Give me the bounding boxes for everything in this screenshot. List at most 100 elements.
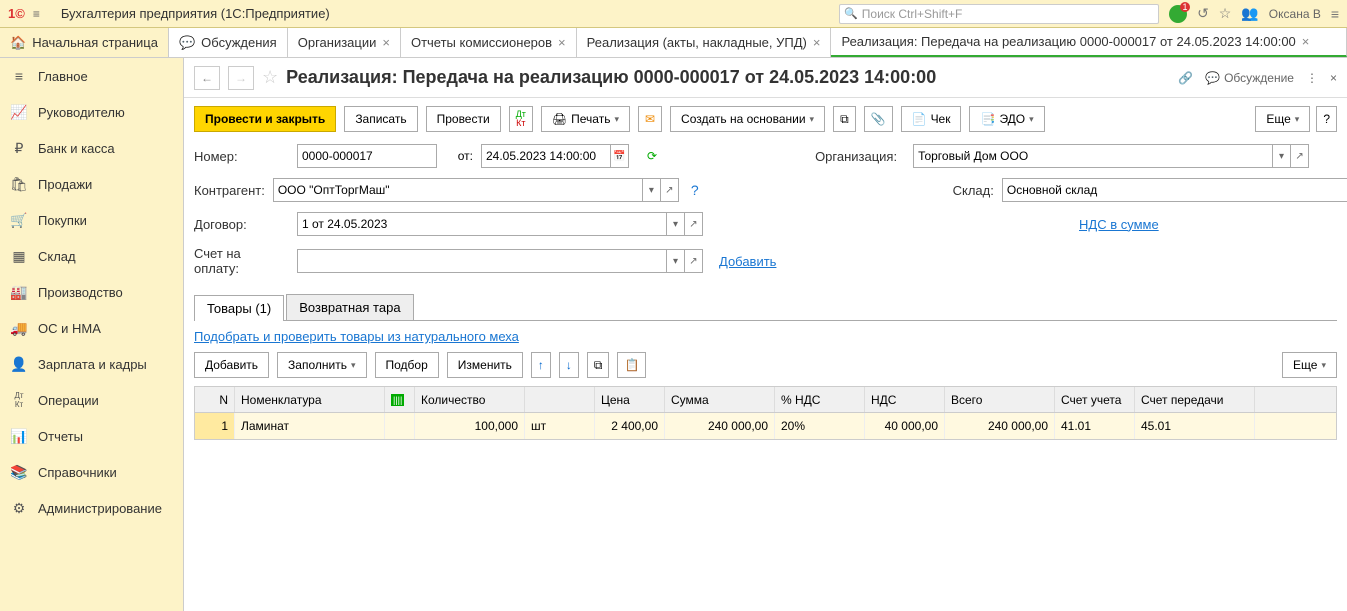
- cell-nomenclature[interactable]: Ламинат: [235, 413, 385, 439]
- open-icon[interactable]: ↗: [685, 249, 703, 273]
- global-search[interactable]: Поиск Ctrl+Shift+F: [839, 4, 1159, 24]
- nav-back[interactable]: ←: [194, 66, 220, 90]
- sidebar-item-reports[interactable]: 📊Отчеты: [0, 418, 183, 454]
- sidebar-item-production[interactable]: 🏭Производство: [0, 274, 183, 310]
- org-input[interactable]: [913, 144, 1273, 168]
- cell-sum[interactable]: 240 000,00: [665, 413, 775, 439]
- cell-unit[interactable]: шт: [525, 413, 595, 439]
- users-icon[interactable]: 👥: [1241, 5, 1258, 22]
- close-icon[interactable]: ×: [382, 35, 390, 50]
- discussion-button[interactable]: 💬Обсуждение: [1205, 71, 1294, 85]
- save-button[interactable]: Записать: [344, 106, 417, 132]
- sidebar-item-bank[interactable]: ₽Банк и касса: [0, 130, 183, 166]
- invoice-input[interactable]: [297, 249, 667, 273]
- warehouse-input[interactable]: [1002, 178, 1347, 202]
- chevron-down-icon[interactable]: ▾: [667, 212, 685, 236]
- close-icon[interactable]: ×: [1330, 71, 1337, 85]
- counterparty-input[interactable]: [273, 178, 643, 202]
- col-nomenclature[interactable]: Номенклатура: [235, 387, 385, 412]
- col-acc-transfer[interactable]: Счет передачи: [1135, 387, 1255, 412]
- sidebar-item-catalogs[interactable]: 📚Справочники: [0, 454, 183, 490]
- copy-button[interactable]: ⧉: [587, 352, 610, 378]
- menu-icon[interactable]: ≡: [33, 7, 51, 21]
- user-name[interactable]: Оксана В: [1269, 7, 1321, 21]
- refresh-icon[interactable]: ⟳: [647, 149, 657, 163]
- edit-button[interactable]: Изменить: [447, 352, 523, 378]
- tab-commissioner-reports[interactable]: Отчеты комиссионеров×: [401, 28, 577, 57]
- move-down-button[interactable]: ↓: [559, 352, 579, 378]
- chevron-down-icon[interactable]: ▾: [643, 178, 661, 202]
- col-total[interactable]: Всего: [945, 387, 1055, 412]
- help-button[interactable]: ?: [1316, 106, 1337, 132]
- cell-qty[interactable]: 100,000: [415, 413, 525, 439]
- fur-check-link[interactable]: Подобрать и проверить товары из натураль…: [194, 329, 519, 344]
- tab-organizations[interactable]: Организации×: [288, 28, 401, 57]
- favorite-icon[interactable]: ☆: [1219, 5, 1232, 22]
- contract-input[interactable]: [297, 212, 667, 236]
- col-vatpct[interactable]: % НДС: [775, 387, 865, 412]
- cell-vat[interactable]: 40 000,00: [865, 413, 945, 439]
- tab-realization-list[interactable]: Реализация (акты, накладные, УПД)×: [577, 28, 832, 57]
- cell-price[interactable]: 2 400,00: [595, 413, 665, 439]
- cell-total[interactable]: 240 000,00: [945, 413, 1055, 439]
- fill-button[interactable]: Заполнить▾: [277, 352, 366, 378]
- nav-forward[interactable]: →: [228, 66, 254, 90]
- col-price[interactable]: Цена: [595, 387, 665, 412]
- calendar-icon[interactable]: 📅: [611, 144, 629, 168]
- col-unit[interactable]: [525, 387, 595, 412]
- select-button[interactable]: Подбор: [375, 352, 439, 378]
- chevron-down-icon[interactable]: ▾: [1273, 144, 1291, 168]
- related-button[interactable]: ⧉: [833, 106, 856, 132]
- vat-link[interactable]: НДС в сумме: [1079, 217, 1159, 232]
- edo-button[interactable]: 📑ЭДО▾: [969, 106, 1044, 132]
- col-sum[interactable]: Сумма: [665, 387, 775, 412]
- sidebar-item-sales[interactable]: 🛍Продажи: [0, 166, 183, 202]
- link-icon[interactable]: 🔗: [1178, 71, 1193, 85]
- subtab-goods[interactable]: Товары (1): [194, 295, 284, 321]
- subtab-tare[interactable]: Возвратная тара: [286, 294, 413, 320]
- cell-barcode[interactable]: [385, 413, 415, 439]
- close-icon[interactable]: ×: [558, 35, 566, 50]
- cell-n[interactable]: 1: [195, 413, 235, 439]
- user-menu-icon[interactable]: ≡: [1331, 6, 1339, 22]
- chevron-down-icon[interactable]: ▾: [667, 249, 685, 273]
- cell-vatpct[interactable]: 20%: [775, 413, 865, 439]
- dtkt-button[interactable]: ДтКт: [509, 106, 533, 132]
- date-input[interactable]: [481, 144, 611, 168]
- sidebar-item-assets[interactable]: 🚚ОС и НМА: [0, 310, 183, 346]
- move-up-button[interactable]: ↑: [531, 352, 551, 378]
- help-icon[interactable]: ?: [691, 182, 699, 198]
- add-row-button[interactable]: Добавить: [194, 352, 269, 378]
- tab-discussions[interactable]: 💬Обсуждения: [169, 28, 288, 57]
- open-icon[interactable]: ↗: [685, 212, 703, 236]
- sidebar-item-main[interactable]: ≡Главное: [0, 58, 183, 94]
- more-icon[interactable]: ⋮: [1306, 71, 1318, 85]
- attach-button[interactable]: 📎: [864, 106, 893, 132]
- col-n[interactable]: N: [195, 387, 235, 412]
- col-qty[interactable]: Количество: [415, 387, 525, 412]
- notification-icon[interactable]: [1169, 5, 1187, 23]
- close-icon[interactable]: ×: [813, 35, 821, 50]
- cell-acc[interactable]: 41.01: [1055, 413, 1135, 439]
- col-vat[interactable]: НДС: [865, 387, 945, 412]
- history-icon[interactable]: ↺: [1197, 5, 1209, 22]
- tab-realization-doc[interactable]: Реализация: Передача на реализацию 0000-…: [831, 28, 1347, 57]
- post-button[interactable]: Провести: [426, 106, 501, 132]
- cell-acc-transfer[interactable]: 45.01: [1135, 413, 1255, 439]
- add-invoice-link[interactable]: Добавить: [719, 254, 776, 269]
- paste-button[interactable]: 📋: [617, 352, 646, 378]
- sidebar-item-warehouse[interactable]: ▦Склад: [0, 238, 183, 274]
- sidebar-item-manager[interactable]: 📈Руководителю: [0, 94, 183, 130]
- sidebar-item-admin[interactable]: ⚙Администрирование: [0, 490, 183, 526]
- sidebar-item-payroll[interactable]: 👤Зарплата и кадры: [0, 346, 183, 382]
- sidebar-item-operations[interactable]: ДтКтОперации: [0, 382, 183, 418]
- create-based-button[interactable]: Создать на основании▾: [670, 106, 825, 132]
- open-icon[interactable]: ↗: [1291, 144, 1309, 168]
- print-button[interactable]: 🖨Печать▾: [541, 106, 630, 132]
- table-row[interactable]: 1 Ламинат 100,000 шт 2 400,00 240 000,00…: [195, 413, 1336, 439]
- mail-button[interactable]: ✉: [638, 106, 662, 132]
- sidebar-item-purchases[interactable]: 🛒Покупки: [0, 202, 183, 238]
- col-acc[interactable]: Счет учета: [1055, 387, 1135, 412]
- post-close-button[interactable]: Провести и закрыть: [194, 106, 336, 132]
- table-more-button[interactable]: Еще▾: [1282, 352, 1337, 378]
